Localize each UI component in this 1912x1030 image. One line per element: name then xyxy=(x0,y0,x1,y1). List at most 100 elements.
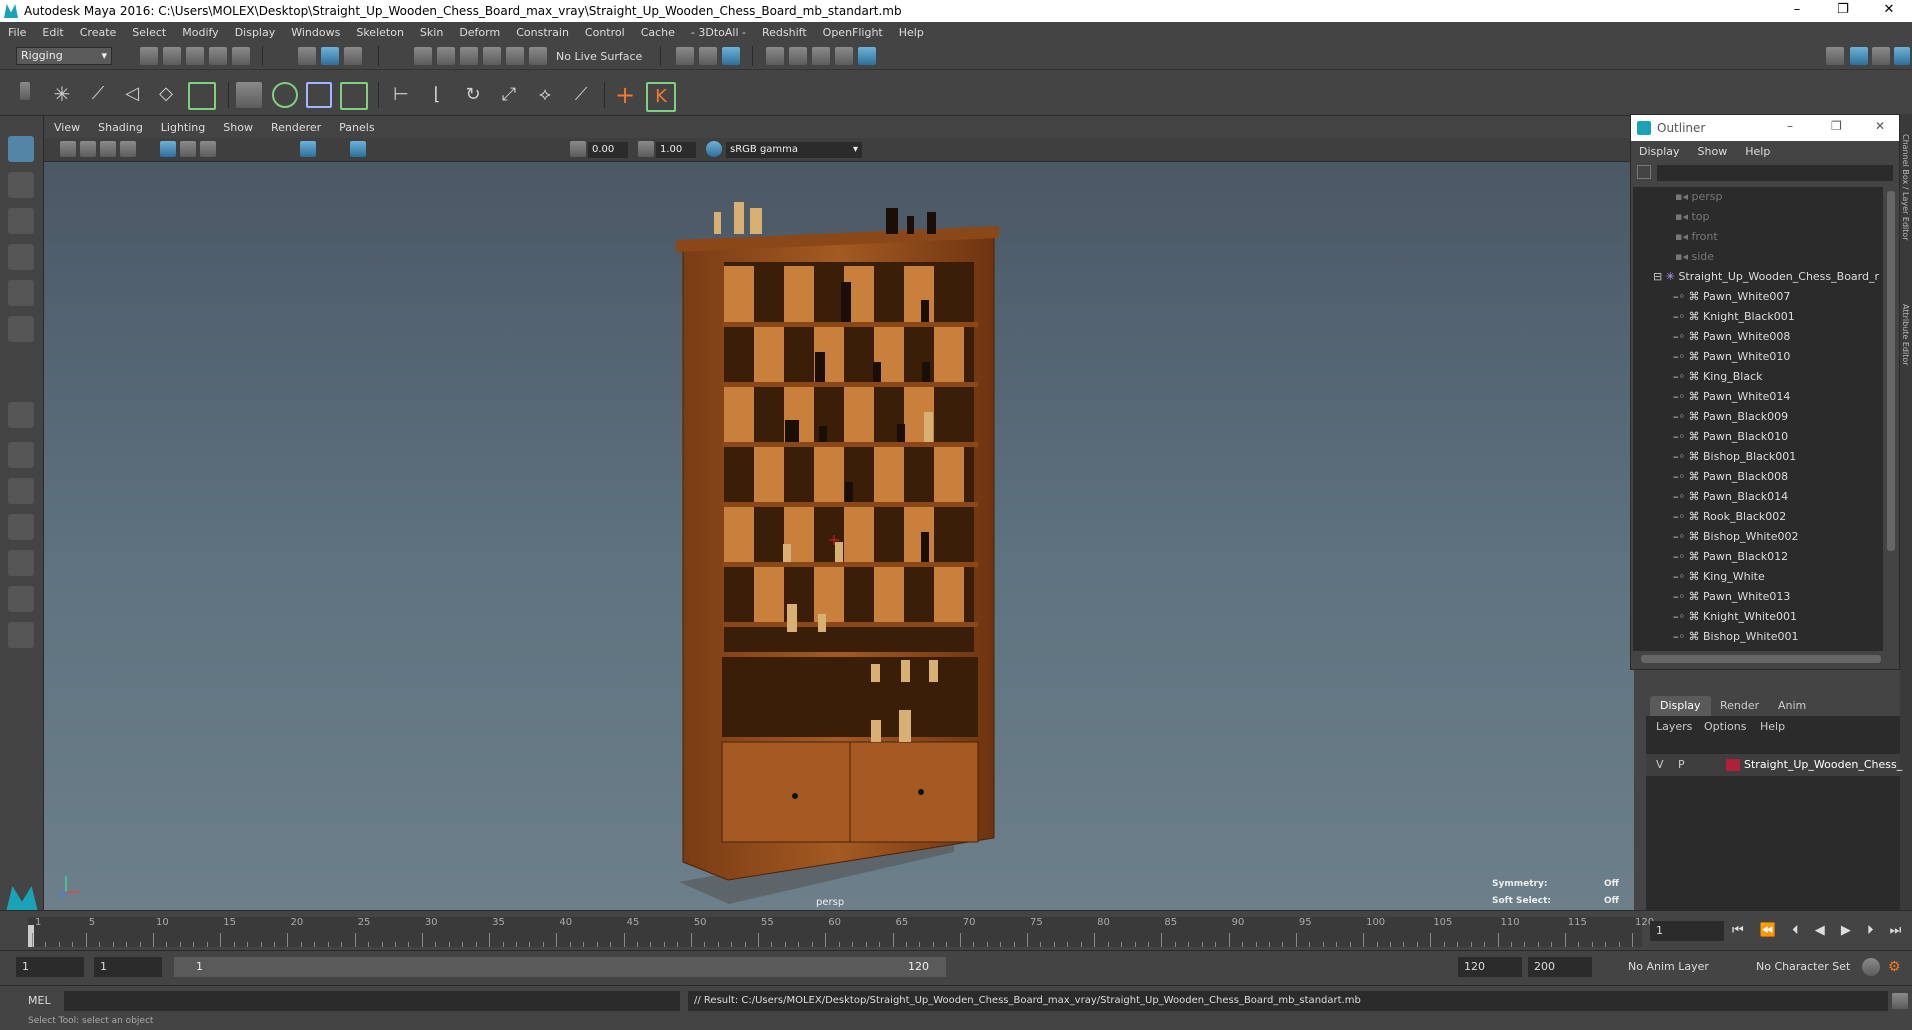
lasso-tool-icon[interactable] xyxy=(8,172,34,198)
outliner-hscrollbar[interactable] xyxy=(1641,655,1881,663)
layer-row[interactable]: V P Straight_Up_Wooden_Chess_ xyxy=(1646,754,1902,776)
menu-modify[interactable]: Modify xyxy=(182,26,218,39)
insert-joint-icon[interactable]: ◇ xyxy=(154,82,178,106)
character-controls-icon[interactable]: K xyxy=(646,82,676,112)
filter-icon[interactable] xyxy=(1637,165,1651,179)
vray-icon[interactable] xyxy=(858,47,876,65)
menu-set-dropdown[interactable]: Rigging ▾ xyxy=(16,47,112,65)
options-menu[interactable]: Options xyxy=(1704,720,1746,733)
preferences-icon[interactable]: ⚙ xyxy=(1888,958,1906,976)
panel-menu-panels[interactable]: Panels xyxy=(339,121,374,134)
outliner-item-front[interactable]: ▪◂ front xyxy=(1675,227,1718,247)
menu-edit[interactable]: Edit xyxy=(42,26,63,39)
outliner-item[interactable]: –◦ ⌘ Pawn_White007 xyxy=(1673,287,1790,307)
more-layouts-icon[interactable] xyxy=(8,622,34,648)
exposure-icon[interactable] xyxy=(570,141,586,157)
gamma-icon[interactable] xyxy=(638,141,654,157)
paint-weights-icon[interactable] xyxy=(272,82,298,108)
scale-constraint-icon[interactable]: ⤢ xyxy=(496,82,522,108)
animation-end-field[interactable]: 200 xyxy=(1528,957,1592,977)
menu-help[interactable]: Help xyxy=(899,26,924,39)
outliner-menu-show[interactable]: Show xyxy=(1698,145,1728,158)
time-slider-track[interactable]: 1 5 10 15 20 25 30 35 40 45 50 55 60 65 70 75 80 85 90 95 10… xyxy=(28,917,1654,947)
gamma-field[interactable]: 1.00 xyxy=(656,142,696,158)
mirror-joint-icon[interactable] xyxy=(188,82,216,110)
layer-color-swatch[interactable] xyxy=(1726,759,1740,771)
exposure-field[interactable]: 0.00 xyxy=(588,142,628,158)
menu-deform[interactable]: Deform xyxy=(459,26,500,39)
panel-menu-shading[interactable]: Shading xyxy=(98,121,143,134)
anim-layer-dropdown[interactable]: No Anim Layer xyxy=(1628,960,1709,973)
tab-anim[interactable]: Anim xyxy=(1768,696,1816,716)
outliner-item[interactable]: –◦ ⌘ Pawn_White010 xyxy=(1673,347,1790,367)
playback-end-field[interactable]: 120 xyxy=(1458,957,1522,977)
joint-tool-icon[interactable]: ✳ xyxy=(50,82,74,106)
open-scene-icon[interactable] xyxy=(163,47,181,65)
outliner-item[interactable]: –◦ ⌘ Rook_Black002 xyxy=(1673,507,1786,527)
image-plane-icon[interactable] xyxy=(100,141,116,157)
modeling-toolkit-icon[interactable] xyxy=(1826,47,1844,65)
outliner-item[interactable]: –◦ ⌘ Knight_White001 xyxy=(1673,607,1797,627)
menu-control[interactable]: Control xyxy=(585,26,625,39)
paint-select-tool-icon[interactable] xyxy=(8,208,34,234)
help-menu[interactable]: Help xyxy=(1760,720,1785,733)
snap-point-icon[interactable] xyxy=(460,47,478,65)
ik-handle-icon[interactable]: ⟋ xyxy=(86,82,110,106)
outliner-item[interactable]: –◦ ⌘ Pawn_Black014 xyxy=(1673,487,1788,507)
menu-constrain[interactable]: Constrain xyxy=(516,26,569,39)
maximize-button[interactable]: ❐ xyxy=(1820,0,1866,22)
select-hierarchy-icon[interactable] xyxy=(298,47,316,65)
move-tool-icon[interactable] xyxy=(8,244,34,270)
undo-icon[interactable] xyxy=(209,47,227,65)
snap-view-icon[interactable] xyxy=(483,47,501,65)
select-component-icon[interactable] xyxy=(344,47,362,65)
outliner-item[interactable]: –◦ ⌘ Pawn_White013 xyxy=(1673,587,1790,607)
outliner-item[interactable]: –◦ ⌘ Bishop_White002 xyxy=(1673,527,1799,547)
render-settings-icon[interactable] xyxy=(812,47,830,65)
select-object-icon[interactable] xyxy=(321,47,339,65)
shelf-options-icon[interactable] xyxy=(20,82,30,100)
outliner-item[interactable]: –◦ ⌘ Knight_Black001 xyxy=(1673,307,1795,327)
layers-menu[interactable]: Layers xyxy=(1656,720,1692,733)
outliner-item[interactable]: –◦ ⌘ King_White xyxy=(1673,567,1765,587)
menu-cache[interactable]: Cache xyxy=(641,26,675,39)
cluster-icon[interactable] xyxy=(340,82,368,110)
menu-openflight[interactable]: OpenFlight xyxy=(823,26,883,39)
persp-outliner-layout-icon[interactable] xyxy=(8,478,34,504)
auto-key-icon[interactable] xyxy=(1862,958,1880,976)
lattice-icon[interactable] xyxy=(306,82,332,108)
new-scene-icon[interactable] xyxy=(140,47,158,65)
render-current-frame-icon[interactable] xyxy=(722,47,740,65)
outliner-item[interactable]: –◦ ⌘ Pawn_Black010 xyxy=(1673,427,1788,447)
four-view-layout-icon[interactable] xyxy=(8,442,34,468)
menu-skeleton[interactable]: Skeleton xyxy=(356,26,404,39)
current-time-marker[interactable] xyxy=(28,925,34,947)
color-management-icon[interactable] xyxy=(706,141,722,157)
select-tool-icon[interactable] xyxy=(8,136,34,162)
minimize-button[interactable]: – xyxy=(1787,119,1793,133)
playback-start-field[interactable]: 1 xyxy=(94,957,162,977)
input-output-icon[interactable] xyxy=(676,47,694,65)
hypershade-icon[interactable] xyxy=(835,47,853,65)
layer-visibility-toggle[interactable]: V xyxy=(1656,758,1664,771)
snap-grid-icon[interactable] xyxy=(414,47,432,65)
outliner-item-persp[interactable]: ▪◂ persp xyxy=(1675,187,1722,207)
menu-windows[interactable]: Windows xyxy=(291,26,340,39)
menu-file[interactable]: File xyxy=(8,26,26,39)
single-perspective-layout-icon[interactable] xyxy=(8,402,34,428)
close-button[interactable]: ✕ xyxy=(1875,119,1885,133)
channel-box-tab[interactable]: Channel Box / Layer Editor xyxy=(1901,134,1910,241)
outliner-search-input[interactable] xyxy=(1657,165,1893,181)
range-slider-bar[interactable]: 1 120 xyxy=(174,957,946,977)
outliner-menu-help[interactable]: Help xyxy=(1745,145,1770,158)
redo-icon[interactable] xyxy=(232,47,250,65)
outliner-item[interactable]: –◦ ⌘ Pawn_Black009 xyxy=(1673,407,1788,427)
collapse-icon[interactable]: ⊟ xyxy=(1653,270,1662,283)
outliner-item-top[interactable]: ▪◂ top xyxy=(1675,207,1710,227)
outliner-item-side[interactable]: ▪◂ side xyxy=(1675,247,1714,267)
live-surface-label[interactable]: No Live Surface xyxy=(556,50,642,63)
command-input[interactable] xyxy=(64,991,680,1011)
construction-history-icon[interactable] xyxy=(699,47,717,65)
film-gate-icon[interactable] xyxy=(180,141,196,157)
rotate-tool-icon[interactable] xyxy=(8,280,34,306)
